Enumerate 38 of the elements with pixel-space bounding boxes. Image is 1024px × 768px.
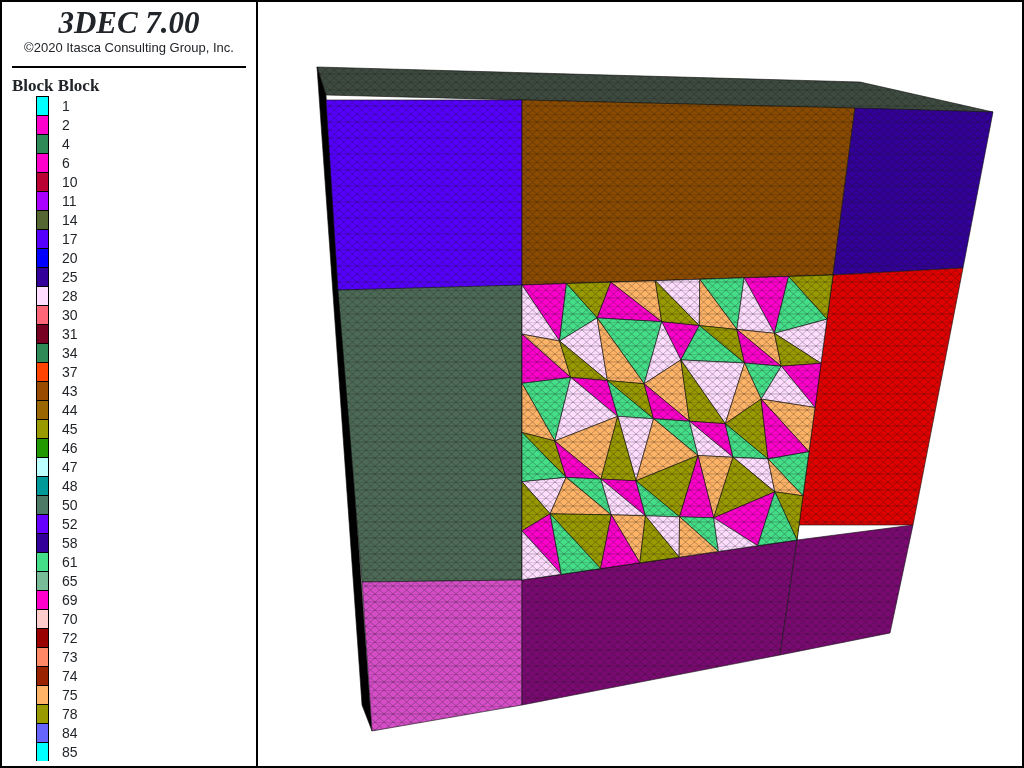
legend-label: 6 <box>62 154 70 171</box>
legend-label: 43 <box>62 382 78 399</box>
legend-label: 47 <box>62 458 78 475</box>
legend-label: 44 <box>62 401 78 418</box>
legend-label: 58 <box>62 534 78 551</box>
legend-label: 74 <box>62 667 78 684</box>
legend-label: 75 <box>62 686 78 703</box>
legend-label: 73 <box>62 648 78 665</box>
legend-label: 20 <box>62 249 78 266</box>
legend-label: 85 <box>62 743 78 760</box>
legend-label: 4 <box>62 135 70 152</box>
legend-label: 65 <box>62 572 78 589</box>
legend-label: 84 <box>62 724 78 741</box>
legend-label: 31 <box>62 325 78 342</box>
legend-label: 37 <box>62 363 78 380</box>
legend-label: 69 <box>62 591 78 608</box>
legend-label: 70 <box>62 610 78 627</box>
legend-label: 11 <box>62 192 77 209</box>
legend-label: 30 <box>62 306 78 323</box>
legend-label: 1 <box>62 97 70 114</box>
legend-label: 61 <box>62 553 78 570</box>
legend-label: 48 <box>62 477 78 494</box>
legend-title: Block Block <box>12 76 101 96</box>
legend-label: 34 <box>62 344 78 361</box>
legend-label: 52 <box>62 515 78 532</box>
legend-label: 50 <box>62 496 78 513</box>
legend-label: 45 <box>62 420 78 437</box>
legend-label: 2 <box>62 116 70 133</box>
legend-label: 78 <box>62 705 78 722</box>
app-title: 3DEC 7.00 <box>57 6 201 40</box>
legend-label: 28 <box>62 287 78 304</box>
legend-label: 25 <box>62 268 78 285</box>
legend-label: 10 <box>62 173 78 190</box>
copyright-text: ©2020 Itasca Consulting Group, Inc. <box>23 40 235 56</box>
legend-label: 17 <box>62 230 78 247</box>
legend-label: 14 <box>62 211 78 228</box>
legend-label: 72 <box>62 629 78 646</box>
legend-label: 46 <box>62 439 78 456</box>
